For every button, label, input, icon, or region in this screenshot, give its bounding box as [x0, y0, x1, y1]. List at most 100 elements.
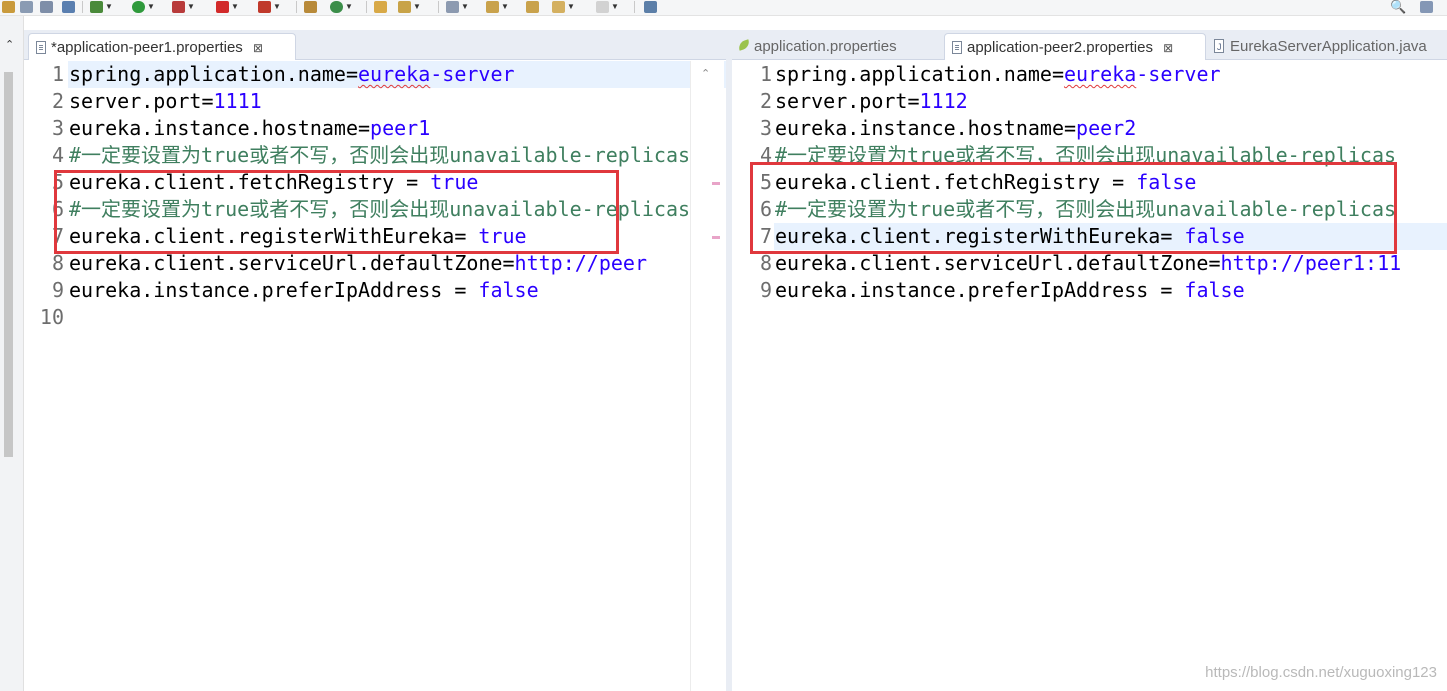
- toolbar-button-open[interactable]: [40, 0, 55, 14]
- code-token: server.port=: [69, 89, 214, 113]
- tab-application-peer2[interactable]: application-peer2.properties ⊠: [944, 33, 1206, 60]
- code-token: -server: [430, 62, 515, 86]
- code-token: #一定要设置为true或者不写，否则会出现unavailable-replica…: [69, 143, 691, 167]
- left-editor-pane: *application-peer1.properties ⊠ 12345678…: [24, 30, 726, 691]
- code-token: http://peer1:11: [1220, 251, 1402, 275]
- toolbar-button-new-window[interactable]: [644, 0, 659, 14]
- line-number: 10: [39, 305, 64, 329]
- code-line[interactable]: spring.application.name=eureka-server: [69, 61, 515, 88]
- right-editor[interactable]: 123456789 spring.application.name=eureka…: [732, 61, 1447, 691]
- code-line[interactable]: eureka.client.serviceUrl.defaultZone=htt…: [69, 250, 647, 277]
- save-icon: [2, 1, 15, 13]
- left-tabbar: *application-peer1.properties ⊠: [24, 30, 726, 60]
- code-token: server.port=: [775, 89, 920, 113]
- line-number: 8: [759, 251, 772, 275]
- arrow-up-icon: [486, 1, 499, 13]
- code-token: eureka.client.serviceUrl.defaultZone=: [69, 251, 515, 275]
- line-number-gutter: 1 2 3 4 5 6 7 8 9 10: [24, 61, 68, 691]
- run-icon: [132, 1, 145, 13]
- java-file-icon: [1214, 34, 1224, 60]
- code-token: http://peer: [514, 251, 647, 275]
- toolbar-button-debug[interactable]: ▼: [90, 0, 116, 14]
- tab-label: *application-peer1.properties: [51, 39, 243, 56]
- arrow-right-icon: [596, 1, 609, 13]
- code-area[interactable]: spring.application.name=eureka-server ser…: [775, 61, 1447, 691]
- code-token: spring.application.name=: [69, 62, 358, 86]
- code-token: eureka.instance.preferIpAddress =: [69, 278, 479, 302]
- line-number: 2: [51, 89, 64, 113]
- tab-eureka-server-application[interactable]: EurekaServerApplication.java: [1208, 33, 1447, 60]
- close-icon[interactable]: ⊠: [253, 35, 263, 62]
- code-token: eureka.instance.hostname=: [69, 116, 371, 140]
- code-line[interactable]: eureka.instance.preferIpAddress = false: [775, 277, 1245, 304]
- code-token: eureka: [357, 62, 431, 86]
- code-token: 1112: [919, 89, 968, 113]
- bug-icon: [90, 1, 103, 13]
- toolbar-button-coverage[interactable]: ▼: [172, 0, 198, 14]
- code-token: false: [1184, 278, 1245, 302]
- code-line[interactable]: spring.application.name=eureka-server: [775, 61, 1221, 88]
- code-token: peer1: [370, 116, 431, 140]
- pin-icon: [62, 1, 75, 13]
- class-icon: [330, 1, 343, 13]
- side-scrollbar[interactable]: [4, 72, 13, 457]
- toolbar-button-new-package[interactable]: [304, 0, 319, 14]
- line-number: 3: [759, 116, 772, 140]
- tab-application-peer1[interactable]: *application-peer1.properties ⊠: [28, 33, 296, 60]
- toolbar-button-open-type[interactable]: [374, 0, 389, 14]
- line-number: 1: [759, 62, 772, 86]
- toolbar-button-external[interactable]: ▼: [258, 0, 284, 14]
- tab-label: EurekaServerApplication.java: [1230, 38, 1427, 55]
- print-icon: [20, 1, 33, 13]
- code-area[interactable]: spring.application.name=eureka-server ser…: [69, 61, 691, 691]
- toolbar-button-save[interactable]: [2, 0, 17, 14]
- line-number: 2: [759, 89, 772, 113]
- toolbar-button-next-edit[interactable]: ▼: [486, 0, 512, 14]
- tab-application-properties[interactable]: application.properties: [732, 33, 940, 60]
- close-icon[interactable]: ⊠: [1163, 35, 1173, 62]
- coverage-icon: [172, 1, 185, 13]
- code-line[interactable]: eureka.instance.hostname=peer2: [775, 115, 1136, 142]
- toolbar-button-back[interactable]: [526, 0, 541, 14]
- arrow-left-icon: [526, 1, 539, 13]
- code-token: false: [478, 278, 539, 302]
- vertical-scrollbar[interactable]: ⌃: [690, 61, 724, 691]
- annotation-icon: [446, 1, 459, 13]
- line-number: 4: [51, 143, 64, 167]
- highlight-box: [750, 162, 1397, 254]
- main-toolbar: ▼ ▼ ▼ ▼ ▼ ▼ ▼ ▼ ▼ ▼ ▼ 🔍: [0, 0, 1447, 16]
- stop-icon: [216, 1, 229, 13]
- chevron-up-icon[interactable]: ⌃: [701, 67, 710, 80]
- line-number: 3: [51, 116, 64, 140]
- code-line[interactable]: eureka.instance.preferIpAddress = false: [69, 277, 539, 304]
- toolbar-button-run[interactable]: ▼: [132, 0, 158, 14]
- code-line[interactable]: server.port=1111: [69, 88, 262, 115]
- watermark: https://blog.csdn.net/xuguoxing123: [1205, 664, 1437, 681]
- left-editor[interactable]: 1 2 3 4 5 6 7 8 9 10 spring.application.name=eure…: [24, 61, 726, 691]
- folder-icon: [374, 1, 387, 13]
- toolbar-button-stop[interactable]: ▼: [216, 0, 242, 14]
- code-line[interactable]: eureka.instance.hostname=peer1: [69, 115, 430, 142]
- code-line[interactable]: server.port=1112: [775, 88, 968, 115]
- toolbar-button-new-class[interactable]: ▼: [330, 0, 356, 14]
- toolbar-button-perspective[interactable]: [1420, 0, 1435, 14]
- line-number: 1: [51, 62, 64, 86]
- code-line[interactable]: #一定要设置为true或者不写，否则会出现unavailable-replica…: [69, 142, 690, 169]
- code-token: -server: [1136, 62, 1221, 86]
- toolbar-button-search[interactable]: ▼: [398, 0, 424, 14]
- arrow-left-icon: [552, 1, 565, 13]
- toolbar-button-forward[interactable]: ▼: [596, 0, 622, 14]
- right-editor-pane: application.properties application-peer2…: [732, 30, 1447, 691]
- code-token: eureka.instance.hostname=: [775, 116, 1077, 140]
- search-icon: 🔍: [1390, 0, 1407, 14]
- toolbar-button-pin[interactable]: [62, 0, 77, 14]
- toolbar-button-back-dropdown[interactable]: ▼: [552, 0, 578, 14]
- toolbar-button-print[interactable]: [20, 0, 35, 14]
- perspective-icon: [1420, 1, 1433, 13]
- overview-ruler-mark: [712, 236, 720, 239]
- toolbar-search-button[interactable]: 🔍: [1390, 0, 1406, 14]
- file-icon: [36, 41, 46, 54]
- toolbar-button-annotation[interactable]: ▼: [446, 0, 472, 14]
- code-line[interactable]: eureka.client.serviceUrl.defaultZone=htt…: [775, 250, 1401, 277]
- chevron-up-icon[interactable]: ⌃: [5, 38, 14, 51]
